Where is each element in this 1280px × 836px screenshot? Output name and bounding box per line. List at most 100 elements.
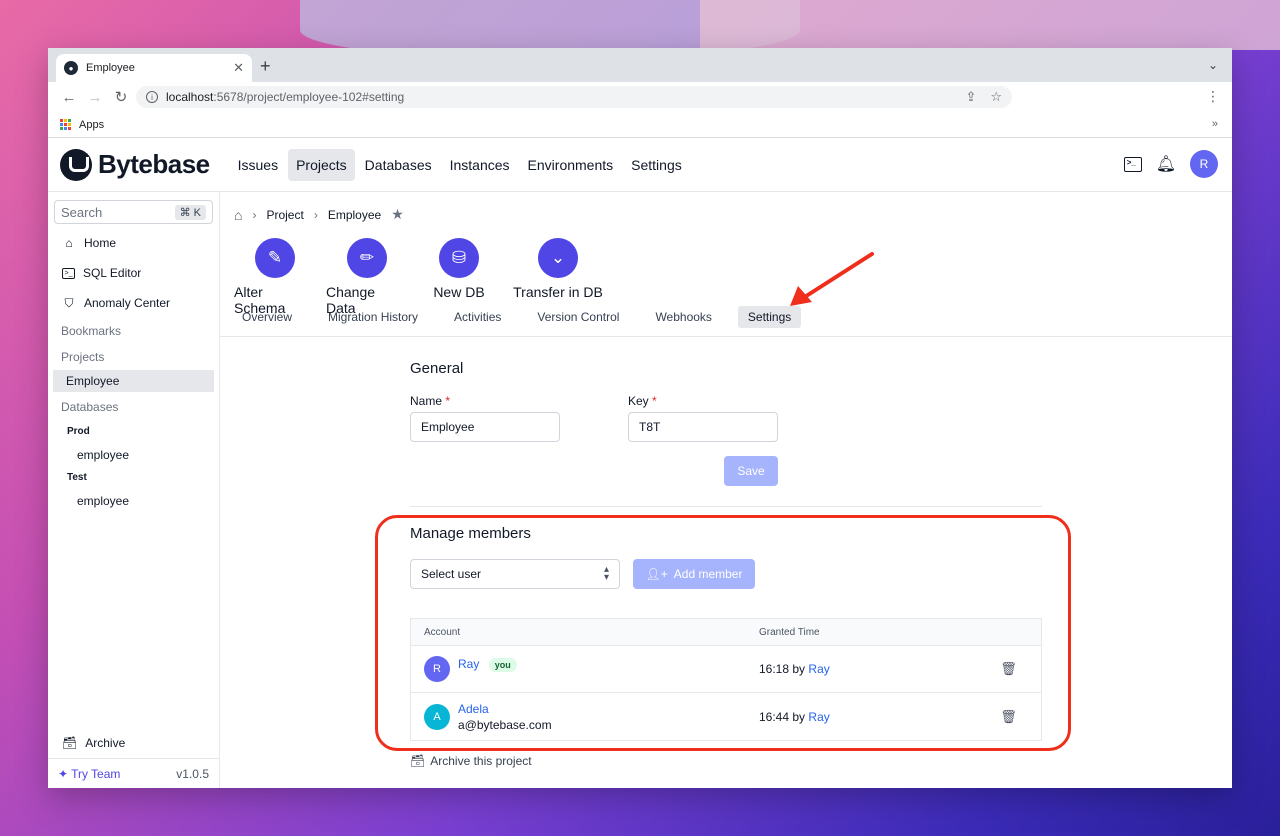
bookmarks-bar: Apps » bbox=[48, 112, 1232, 138]
url-path: :5678/project/employee-102#setting bbox=[213, 90, 405, 104]
search-placeholder: Search bbox=[61, 204, 103, 220]
bookmark-star-icon[interactable]: ☆ bbox=[990, 89, 1002, 105]
shield-icon: ⛉ bbox=[64, 295, 74, 310]
sidebar-db-test-employee[interactable]: employee bbox=[54, 489, 213, 512]
tab-webhooks[interactable]: Webhooks bbox=[645, 306, 721, 328]
nav-settings[interactable]: Settings bbox=[623, 149, 690, 181]
chevron-right-icon: › bbox=[313, 207, 318, 222]
name-label-text: Name bbox=[410, 394, 443, 408]
sidebar-item-sql-editor[interactable]: >_ SQL Editor bbox=[54, 258, 213, 288]
try-team-label: Try Team bbox=[71, 766, 121, 781]
key-label-text: Key bbox=[628, 394, 649, 408]
sidebar: Search ⌘ K ⌂ Home >_ SQL Editor ⛉ Anomal… bbox=[48, 192, 220, 788]
database-icon: ⛁ bbox=[439, 238, 479, 278]
project-tabs: Overview Migration History Activities Ve… bbox=[232, 306, 817, 328]
sidebar-item-anomaly-center[interactable]: ⛉ Anomaly Center bbox=[54, 288, 213, 318]
quick-actions: ✎ Alter Schema ✏︎ Change Data ⛁ New DB ⌄… bbox=[234, 238, 608, 316]
pencil-icon: ✏︎ bbox=[347, 238, 387, 278]
new-db-button[interactable]: ⛁ New DB bbox=[426, 238, 492, 316]
sidebar-db-prod-employee[interactable]: employee bbox=[54, 443, 213, 466]
general-section-title: General bbox=[410, 360, 464, 377]
github-favicon-icon: ● bbox=[64, 61, 78, 75]
nav-databases[interactable]: Databases bbox=[357, 149, 440, 181]
sidebar-item-employee-project[interactable]: Employee bbox=[53, 370, 214, 392]
brand-name: Bytebase bbox=[98, 149, 210, 179]
change-data-button[interactable]: ✏︎ Change Data bbox=[326, 238, 408, 316]
home-icon[interactable]: ⌂ bbox=[234, 207, 242, 223]
required-mark: * bbox=[445, 394, 451, 408]
env-test-label: Test bbox=[67, 472, 87, 483]
user-avatar[interactable]: R bbox=[1190, 150, 1218, 178]
terminal-icon[interactable]: >_ bbox=[1123, 156, 1142, 172]
share-icon[interactable]: ⇪ bbox=[965, 89, 976, 105]
new-tab-icon[interactable]: + bbox=[260, 56, 271, 77]
sidebar-archive[interactable]: 🗃︎ Archive bbox=[48, 728, 219, 758]
breadcrumb-current: Employee bbox=[327, 207, 382, 222]
sidebar-item-home[interactable]: ⌂ Home bbox=[54, 228, 213, 258]
sidebar-projects-heading[interactable]: Projects bbox=[54, 344, 213, 370]
url-input[interactable]: i localhost:5678/project/employee-102#se… bbox=[136, 86, 1012, 108]
browser-tab[interactable]: ● Employee ✕ bbox=[56, 54, 252, 82]
apps-grid-icon[interactable] bbox=[60, 119, 71, 130]
browser-tab-title: Employee bbox=[86, 62, 135, 74]
chevron-down-icon[interactable]: ⌄ bbox=[1208, 58, 1218, 72]
nav-instances[interactable]: Instances bbox=[442, 149, 518, 181]
bookmark-apps[interactable]: Apps bbox=[79, 119, 104, 131]
search-shortcut: ⌘ K bbox=[174, 204, 206, 220]
edit-icon: ✎ bbox=[255, 238, 295, 278]
required-mark: * bbox=[652, 394, 657, 408]
browser-menu-icon[interactable]: ⋮ bbox=[1206, 88, 1220, 105]
forward-icon[interactable]: → bbox=[82, 89, 108, 106]
key-input[interactable]: T8T bbox=[628, 412, 778, 442]
reload-icon[interactable]: ↻ bbox=[108, 88, 134, 106]
alter-schema-button[interactable]: ✎ Alter Schema bbox=[234, 238, 316, 316]
name-field-label: Name * bbox=[410, 394, 450, 408]
tab-overview[interactable]: Overview bbox=[232, 306, 302, 328]
back-icon[interactable]: ← bbox=[56, 89, 82, 106]
tab-version-control[interactable]: Version Control bbox=[527, 306, 629, 328]
sidebar-databases-heading[interactable]: Databases bbox=[54, 394, 213, 420]
quick-action-label: Transfer in DB bbox=[513, 284, 603, 300]
version-label: v1.0.5 bbox=[176, 766, 209, 781]
app-header: Bytebase Issues Projects Databases Insta… bbox=[48, 138, 1232, 192]
nav-environments[interactable]: Environments bbox=[520, 149, 622, 181]
key-field-label: Key * bbox=[628, 394, 657, 408]
save-button[interactable]: Save bbox=[724, 456, 778, 486]
search-input[interactable]: Search ⌘ K bbox=[54, 200, 213, 224]
bytebase-logo[interactable]: Bytebase bbox=[60, 148, 210, 181]
transfer-in-db-button[interactable]: ⌄ Transfer in DB bbox=[508, 238, 608, 316]
address-bar: ← → ↻ i localhost:5678/project/employee-… bbox=[48, 82, 1232, 112]
close-tab-icon[interactable]: ✕ bbox=[233, 60, 244, 76]
chevron-double-down-icon: ⌄ bbox=[538, 238, 578, 278]
nav-issues[interactable]: Issues bbox=[230, 149, 286, 181]
sidebar-item-label: Home bbox=[84, 236, 117, 250]
nav-projects[interactable]: Projects bbox=[288, 148, 355, 181]
site-info-icon[interactable]: i bbox=[146, 91, 158, 103]
sidebar-item-label: Anomaly Center bbox=[84, 296, 171, 310]
sidebar-item-label: SQL Editor bbox=[83, 266, 142, 280]
breadcrumb-project[interactable]: Project bbox=[266, 208, 303, 222]
archive-project-button[interactable]: 🗃︎ Archive this project bbox=[410, 754, 532, 768]
quick-action-label: New DB bbox=[433, 284, 485, 300]
star-icon[interactable]: ★ bbox=[391, 206, 404, 223]
tab-migration-history[interactable]: Migration History bbox=[318, 306, 428, 328]
annotation-arrow-icon bbox=[790, 252, 874, 306]
highlight-annotation-box bbox=[375, 515, 1071, 751]
bell-icon[interactable]: 🔔︎ bbox=[1156, 154, 1176, 174]
archive-icon: 🗃︎ bbox=[62, 736, 78, 750]
archive-project-label: Archive this project bbox=[430, 754, 532, 768]
tabs-divider bbox=[220, 336, 1232, 337]
home-icon: ⌂ bbox=[65, 236, 73, 250]
tab-activities[interactable]: Activities bbox=[444, 306, 511, 328]
sidebar-footer: ✦ Try Team v1.0.5 bbox=[48, 758, 219, 788]
try-team-button[interactable]: ✦ Try Team bbox=[58, 767, 120, 781]
bookmarks-overflow[interactable]: » bbox=[1212, 118, 1218, 130]
url-host: localhost bbox=[166, 90, 214, 104]
sidebar-bookmarks-heading[interactable]: Bookmarks bbox=[54, 318, 213, 344]
env-prod-label: Prod bbox=[67, 426, 90, 437]
bytebase-logo-icon bbox=[60, 148, 92, 181]
section-divider bbox=[410, 506, 1042, 507]
breadcrumb: ⌂ › Project › Employee ★ bbox=[234, 206, 404, 223]
tab-strip: ● Employee ✕ + ⌄ bbox=[48, 48, 1232, 82]
name-input[interactable]: Employee bbox=[410, 412, 560, 442]
